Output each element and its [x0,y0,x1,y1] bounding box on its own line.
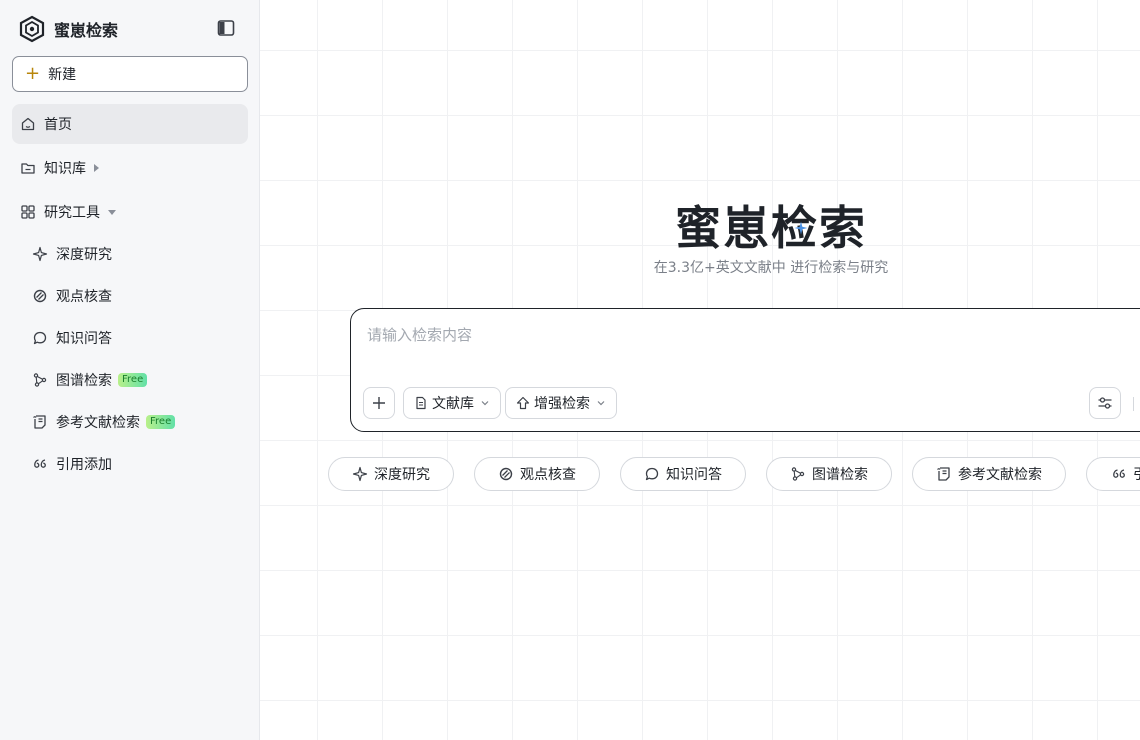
chevron-down-icon [481,401,489,406]
sidebar-tool-graph-search[interactable]: 图谱检索 Free [24,363,248,397]
new-button-label: 新建 [48,67,77,83]
chip-label: 引 [1133,464,1140,484]
sidebar-tool-label: 观点核查 [56,289,112,305]
chip-label: 知识问答 [666,467,722,483]
brand-name: 蜜崽检索 [54,21,119,40]
sidebar-tool-label: 深度研究 [56,247,112,263]
free-badge: Free [118,373,148,387]
check-view-icon [499,467,513,481]
check-view-icon [33,289,47,303]
sidebar-item-home[interactable]: 首页 [12,104,248,144]
chip-label: 参考文献检索 [958,467,1042,483]
chip-label: 观点核查 [520,467,576,483]
sidebar-tool-fact-check[interactable]: 观点核查 [24,279,248,313]
chip-fact-check[interactable]: 观点核查 [474,457,600,491]
sidebar-tool-add-citation[interactable]: 引用添加 [24,447,248,481]
quote-icon [34,459,46,468]
graph-icon [791,467,805,481]
plus-icon [373,397,385,409]
hero-subtitle: 在3.3亿+英文文献中 进行检索与研究 [653,260,889,276]
library-select[interactable]: 文献库 [403,387,501,419]
filter-settings-button[interactable] [1089,387,1121,419]
sparkle-icon [32,246,48,262]
sidebar-tool-label: 引用添加 [56,457,112,473]
sidebar-tool-label: 知识问答 [56,331,112,347]
chip-reference-search[interactable]: 参考文献检索 [912,457,1066,491]
document-icon [33,415,46,429]
sidebar-tool-deep-research[interactable]: 深度研究 [24,237,248,271]
enhance-search-label: 增强检索 [534,396,590,412]
new-button[interactable]: + 新建 [12,56,248,92]
quote-icon [1113,469,1125,478]
chip-graph-search[interactable]: 图谱检索 [766,457,892,491]
brand[interactable]: 蜜崽检索 [18,14,118,44]
chip-label: 图谱检索 [812,467,868,483]
attach-button[interactable] [363,387,395,419]
sidebar-tool-qa[interactable]: 知识问答 [24,321,248,355]
caret-right-icon [94,164,99,172]
sidebar-item-knowledge-base[interactable]: 知识库 [12,148,248,188]
sidebar-tool-label: 图谱检索 [56,373,112,389]
graph-icon [33,373,47,387]
sliders-icon [1098,397,1112,409]
sidebar-toggle-icon[interactable] [216,18,236,38]
chip-label: 深度研究 [374,467,430,483]
sparkle-icon [352,466,368,482]
enhance-search-select[interactable]: 增强检索 [505,387,617,419]
library-doc-icon [416,396,426,410]
folder-icon [21,163,35,174]
sidebar-item-label: 研究工具 [44,205,100,221]
search-box: 文献库 增强检索 [350,308,1140,432]
chat-icon [33,331,47,345]
chevron-down-icon [597,401,605,406]
sidebar-item-label: 首页 [44,117,72,133]
caret-down-icon [108,209,116,215]
sidebar-item-label: 知识库 [44,161,86,177]
hero-title: 蜜崽检索 [675,201,867,255]
main-area: 蜜崽检索 在3.3亿+英文文献中 进行检索与研究 文献库 增强检索 [260,0,1140,740]
sidebar-tool-label: 参考文献检索 [56,415,140,431]
toolbar-divider [1133,397,1134,411]
chip-qa[interactable]: 知识问答 [620,457,746,491]
chip-deep-research[interactable]: 深度研究 [328,457,454,491]
sparkle-star-icon [794,221,808,235]
home-icon [21,117,35,131]
free-badge: Free [146,415,176,429]
chip-add-citation[interactable]: 引 [1086,457,1140,491]
sidebar-tool-reference-search[interactable]: 参考文献检索 Free [24,405,248,439]
search-input[interactable] [367,323,1107,347]
chat-icon [645,467,659,481]
enhance-arrow-icon [516,396,530,410]
document-icon [937,467,950,481]
plus-icon: + [25,63,41,84]
grid-icon [21,205,35,219]
library-select-label: 文献库 [432,396,474,412]
logo-icon [19,15,45,43]
sidebar-item-research-tools[interactable]: 研究工具 [12,192,248,232]
sidebar: 蜜崽检索 + 新建 首页 知识库 研究工具 深度研究 观点核查 知识问答 图谱检… [0,0,260,740]
